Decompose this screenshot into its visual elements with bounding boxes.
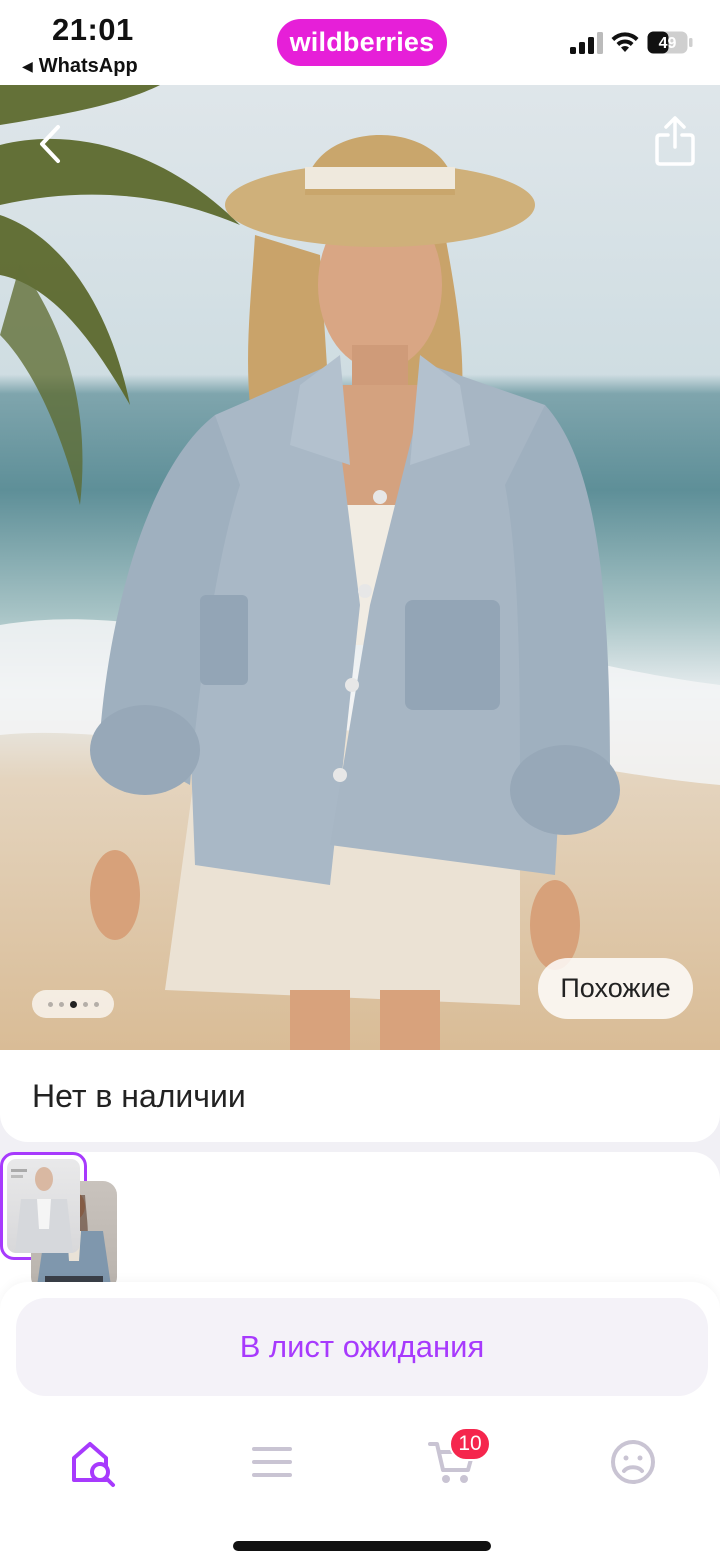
variant-thumb-2: [7, 1159, 80, 1253]
battery-icon: 49: [647, 31, 693, 54]
status-bar: 21:01 ◀ WhatsApp wildberries 49: [0, 0, 720, 85]
status-time: 21:01: [52, 12, 134, 47]
similar-button[interactable]: Похожие: [538, 958, 693, 1019]
catalog-icon[interactable]: [246, 1436, 298, 1488]
home-indicator: [233, 1541, 491, 1551]
bottom-action-sheet: В лист ожидания: [0, 1282, 720, 1567]
variant-thumb-2-image: [11, 1167, 73, 1253]
availability-card: Нет в наличии: [0, 1050, 720, 1142]
back-icon[interactable]: [30, 121, 70, 167]
availability-status: Нет в наличии: [32, 1078, 246, 1114]
add-to-waitlist-button[interactable]: В лист ожидания: [16, 1298, 708, 1396]
variant-thumb-2-selected[interactable]: [0, 1152, 87, 1260]
gallery-page-indicator: [32, 990, 114, 1018]
page-dot: [93, 1001, 99, 1007]
cart-count-badge: 10: [449, 1427, 491, 1461]
share-icon[interactable]: [652, 115, 698, 167]
wifi-icon: [611, 32, 639, 52]
page-dot-active: [69, 1000, 77, 1008]
back-app-label: WhatsApp: [38, 55, 138, 77]
product-photo[interactable]: Похожие: [0, 85, 720, 1050]
wildberries-logo: wildberries: [277, 19, 447, 66]
home-search-icon[interactable]: [66, 1436, 118, 1488]
battery-level: 49: [659, 35, 677, 52]
profile-icon[interactable]: [607, 1436, 659, 1488]
bottom-tab-bar: [0, 1422, 720, 1502]
signal-icon: [570, 32, 603, 54]
page-dot: [58, 1001, 64, 1007]
product-screen: 21:01 ◀ WhatsApp wildberries 49 Похожие …: [0, 0, 720, 1567]
back-triangle-icon: ◀: [22, 58, 33, 74]
page-dot: [47, 1001, 53, 1007]
page-dot: [82, 1001, 88, 1007]
product-photo-illustration: [0, 85, 720, 1050]
back-to-app-link[interactable]: ◀ WhatsApp: [22, 55, 138, 78]
